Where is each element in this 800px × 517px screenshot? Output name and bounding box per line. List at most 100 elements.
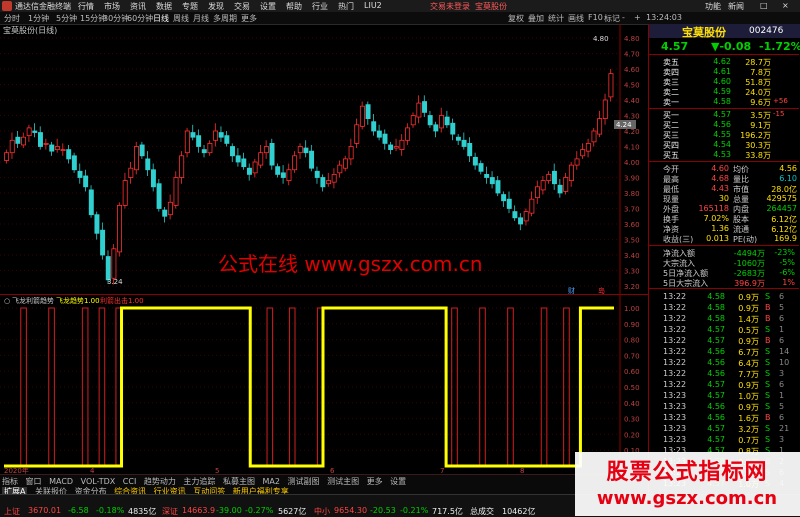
tick-time: 13:23 [663, 402, 687, 411]
candle-body [218, 132, 224, 138]
toolbar-adjust[interactable]: 复权 [508, 13, 524, 24]
toolbar-f10[interactable]: F10 [588, 13, 603, 22]
menu-item-hot[interactable]: 热门 [338, 1, 354, 12]
tab-macd[interactable]: MACD [49, 477, 73, 486]
candle-body [489, 177, 495, 185]
indicator-tick-label: 0.30 [624, 416, 640, 424]
stock-link[interactable]: 宝莫股份 [475, 1, 507, 12]
indicator-tab-bar: 指标 窗口 MACD VOL-TDX CCI 趋势动力 主力追踪 私募主图 MA… [0, 474, 648, 496]
tick-time: 13:22 [663, 369, 687, 378]
bid-row[interactable]: 买一 4.57 3.5万 -15 [649, 110, 789, 120]
watermark-title: 股票公式指标网 [606, 460, 768, 485]
candle-body [535, 186, 540, 199]
zoom-in-button[interactable]: + [634, 13, 641, 22]
ask-row[interactable]: 卖四 4.61 7.8万 [649, 67, 789, 77]
index-cyb-value: 9654.30 [334, 506, 368, 515]
candle-body [529, 198, 535, 214]
island-marker[interactable]: 岛 [598, 286, 605, 294]
tab-ma2[interactable]: MA2 [263, 477, 280, 486]
candle-body [546, 173, 552, 181]
tab-private-main[interactable]: 私募主图 [223, 477, 255, 486]
tick-row: 13:22 4.57 0.9万 B 6 [649, 336, 799, 346]
flow-row: 5日净流入额 -2683万 -6% [649, 268, 799, 278]
candle-body [506, 198, 512, 209]
menu-item-discover[interactable]: 发现 [208, 1, 224, 12]
menu-item-settings[interactable]: 设置 [260, 1, 276, 12]
divider [649, 54, 799, 55]
bid-row[interactable]: 买二 4.56 9.1万 [649, 120, 789, 130]
candle-body [331, 173, 337, 183]
tab-more[interactable]: 更多 [367, 477, 383, 486]
price-tick-label: 4.30 [624, 113, 640, 121]
menu-item-function[interactable]: 功能 [705, 1, 721, 12]
indicator-chart[interactable]: 1.000.900.800.700.600.500.400.300.200.10… [0, 294, 648, 474]
tick-count: 1 [779, 325, 785, 334]
zoom-out-button[interactable]: - [622, 13, 625, 22]
candle-body [71, 155, 77, 171]
tab-test-sub[interactable]: 测试副图 [288, 477, 320, 486]
candle-body [54, 146, 60, 150]
period-tab-intraday[interactable]: 分时 [4, 13, 20, 24]
toolbar-draw[interactable]: 画线 [568, 13, 584, 24]
tab-indicator[interactable]: 指标 [2, 477, 18, 486]
tick-volume: 0.9万 [738, 293, 759, 302]
flow-row: 5日大宗流入 396.9万 1% [649, 278, 799, 288]
price-change-pct: -1.72% [759, 40, 800, 53]
candle-body [286, 169, 292, 182]
bid-row[interactable]: 买三 4.55 196.2万 [649, 130, 789, 140]
toolbar-stats[interactable]: 统计 [548, 13, 564, 24]
toolbar-mark[interactable]: 标记 [604, 13, 620, 24]
period-tab-more[interactable]: 更多 [241, 13, 257, 24]
period-tab-weekly[interactable]: 周线 [173, 13, 189, 24]
tab-settings[interactable]: 设置 [390, 477, 406, 486]
period-tab-1min[interactable]: 1分钟 [28, 13, 49, 24]
candle-body [263, 146, 269, 154]
trade-login-warning[interactable]: 交易未登录 [430, 1, 470, 12]
index-sz-label[interactable]: 深证 [162, 506, 178, 517]
index-cyb-label[interactable]: 中小 [314, 506, 330, 517]
tick-price: 4.56 [707, 347, 725, 356]
period-tab-60min[interactable]: 60分钟 [127, 13, 153, 24]
menu-item-industry[interactable]: 行业 [312, 1, 328, 12]
period-tab-monthly[interactable]: 月线 [193, 13, 209, 24]
tick-price: 4.58 [707, 292, 725, 301]
tick-count: 6 [779, 292, 785, 301]
tab-cci[interactable]: CCI [123, 477, 137, 486]
tick-time: 13:23 [663, 391, 687, 400]
toolbar-overlay[interactable]: 叠加 [528, 13, 544, 24]
ask-row[interactable]: 卖一 4.58 9.6万 +56 [649, 97, 789, 107]
ask-row[interactable]: 卖三 4.60 51.8万 [649, 77, 789, 87]
period-tab-daily[interactable]: 日线 [153, 13, 169, 24]
tick-time: 13:22 [663, 347, 687, 356]
tab-main-force[interactable]: 主力追踪 [183, 477, 215, 486]
menu-item-quotes[interactable]: 行情 [78, 1, 94, 12]
finance-marker[interactable]: 财 [568, 286, 575, 294]
tab-window[interactable]: 窗口 [26, 477, 42, 486]
tab-vol-tdx[interactable]: VOL-TDX [81, 477, 116, 486]
menu-item-data[interactable]: 数据 [156, 1, 172, 12]
candle-body [580, 149, 586, 157]
tab-trend-power[interactable]: 趋势动力 [144, 477, 176, 486]
period-tab-30min[interactable]: 30分钟 [103, 13, 129, 24]
period-tab-5min[interactable]: 5分钟 [56, 13, 77, 24]
menu-item-market[interactable]: 市场 [104, 1, 120, 12]
bid-row[interactable]: 买四 4.54 30.3万 [649, 140, 789, 150]
close-icon[interactable]: × [782, 1, 789, 10]
index-sh-label[interactable]: 上证 [4, 506, 20, 517]
tab-test-main[interactable]: 测试主图 [327, 477, 359, 486]
menu-item-help[interactable]: 帮助 [286, 1, 302, 12]
candle-body [49, 144, 55, 152]
ask-row[interactable]: 卖二 4.59 24.0万 [649, 87, 789, 97]
period-tab-multi[interactable]: 多周期 [213, 13, 237, 24]
menu-item-liu2[interactable]: LIU2 [364, 1, 382, 10]
last-price: 4.57 [661, 40, 689, 53]
ask-row[interactable]: 卖五 4.62 28.7万 [649, 57, 789, 67]
bid-row[interactable]: 买五 4.53 33.8万 [649, 150, 789, 160]
menu-item-trade[interactable]: 交易 [234, 1, 250, 12]
menu-item-newsfeed[interactable]: 新闻 [728, 1, 744, 12]
tick-price: 4.56 [707, 402, 725, 411]
maximize-icon[interactable]: □ [760, 1, 768, 10]
menu-item-news[interactable]: 资讯 [130, 1, 146, 12]
menu-item-topics[interactable]: 专题 [182, 1, 198, 12]
tick-price: 4.58 [707, 303, 725, 312]
